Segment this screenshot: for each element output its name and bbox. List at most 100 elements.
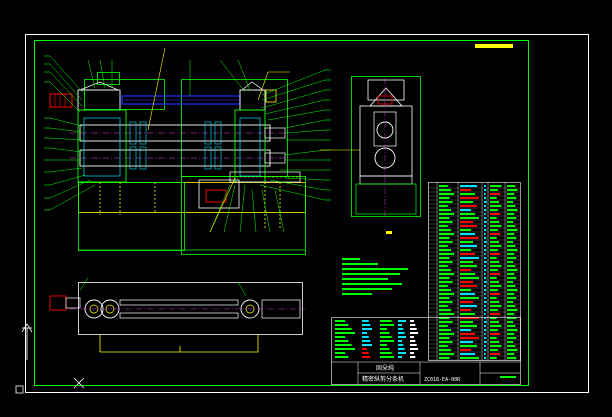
parts-list-cell <box>460 221 473 223</box>
parts-list-cell <box>439 245 448 247</box>
side-gearbox <box>369 87 403 107</box>
parts-list-cell <box>484 233 486 235</box>
revision-cell <box>398 332 405 334</box>
parts-list-cell <box>460 313 475 315</box>
parts-list-cell <box>507 325 516 327</box>
plan-shaft-top <box>119 299 239 306</box>
parts-list-cell <box>484 297 487 299</box>
revision-cell <box>362 336 369 338</box>
parts-list-cell <box>507 209 518 211</box>
parts-list-cell <box>490 237 497 239</box>
parts-list-cell <box>507 253 515 255</box>
parts-list-cell <box>490 265 502 267</box>
parts-list-cell <box>490 277 497 279</box>
revision-cell <box>398 356 402 358</box>
parts-list-cell <box>490 293 501 295</box>
parts-list-cell <box>460 189 471 191</box>
parts-list-cell <box>484 269 487 271</box>
plan-outer <box>78 282 303 335</box>
revision-cell <box>410 340 416 342</box>
parts-list-cell <box>439 301 453 303</box>
parts-list-cell <box>484 261 487 263</box>
parts-list-cell <box>439 185 448 187</box>
revision-cell <box>335 348 355 350</box>
side-foot-mark <box>386 231 392 234</box>
parts-list-cell <box>507 337 517 339</box>
parts-list-cell <box>484 349 487 351</box>
plan-leader-r <box>237 281 247 297</box>
revision-cell <box>362 356 371 358</box>
parts-list-cell <box>490 345 502 347</box>
side-upper-housing <box>367 79 405 101</box>
revision-cell <box>335 356 349 358</box>
parts-list-cell <box>460 245 477 247</box>
parts-list-cell <box>490 253 501 255</box>
parts-list-cell <box>484 193 486 195</box>
revision-cell <box>380 332 390 334</box>
parts-list-cell <box>490 269 498 271</box>
parts-list-cell <box>439 273 455 275</box>
parts-list-cell <box>507 297 517 299</box>
parts-list-cell <box>507 201 514 203</box>
parts-list-cell <box>439 233 455 235</box>
parts-list-cell <box>439 241 453 243</box>
parts-list-cell <box>460 209 471 211</box>
parts-list-cell <box>484 341 487 343</box>
parts-list-cell <box>490 249 498 251</box>
parts-list-cell <box>507 301 514 303</box>
title-block-drawing-name: 精密纵剪分条机 <box>362 375 404 383</box>
parts-list-cell <box>460 241 473 243</box>
revision-cell <box>362 344 372 346</box>
revision-cell <box>335 336 345 338</box>
parts-list-cell <box>460 345 477 347</box>
parts-list-cell <box>460 217 479 219</box>
revision-cell <box>335 320 345 322</box>
parts-list-cell <box>490 341 499 343</box>
parts-list-cell <box>460 293 475 295</box>
revision-bar <box>475 44 513 48</box>
revision-cell <box>398 340 402 342</box>
parts-list-cell <box>484 197 487 199</box>
parts-list-cell <box>484 229 487 231</box>
title-block-revision-rows <box>335 320 418 358</box>
parts-list-cell <box>439 337 450 339</box>
parts-list-cell <box>490 329 498 331</box>
title-block-green-bar <box>500 376 516 378</box>
parts-list-cell <box>484 313 486 315</box>
cad-drawing-canvas: 固朵纯 精密纵剪分条机 ZC018-EA-00R <box>15 34 589 394</box>
parts-list-cell <box>490 357 497 359</box>
side-lower-body <box>359 175 413 185</box>
revision-cell <box>398 324 402 326</box>
parts-list-cell <box>490 189 498 191</box>
revision-cell <box>398 328 404 330</box>
parts-list-cell <box>439 261 453 263</box>
revision-cell <box>410 332 418 334</box>
parts-list-cell <box>439 353 455 355</box>
revision-cell <box>335 332 355 334</box>
parts-list-cell <box>490 321 499 323</box>
parts-list-cell <box>460 253 475 255</box>
parts-list-cell <box>490 337 497 339</box>
parts-list-cell <box>484 245 486 247</box>
parts-list-cell <box>484 213 486 215</box>
parts-list-cell <box>484 309 487 311</box>
parts-list-cell <box>484 253 486 255</box>
title-block-company: 固朵纯 <box>376 364 394 372</box>
parts-list-rows <box>428 185 520 361</box>
parts-list-cell <box>507 289 518 291</box>
revision-cell <box>398 344 404 346</box>
parts-list-cell <box>484 293 486 295</box>
parts-list-cell <box>490 305 502 307</box>
parts-list-cell <box>460 329 471 331</box>
parts-list-cell <box>507 185 516 187</box>
revision-cell <box>380 320 392 322</box>
parts-list-cell <box>484 221 487 223</box>
title-block-drawing-number: ZC018-EA-00R <box>424 377 461 383</box>
parts-list-cell <box>484 281 487 283</box>
parts-list-cell <box>490 217 497 219</box>
parts-list-cell <box>460 233 475 235</box>
top-leader-lines <box>87 59 251 96</box>
parts-list-cell <box>460 269 471 271</box>
parts-list-cell <box>490 201 499 203</box>
parts-list-cell <box>507 341 514 343</box>
